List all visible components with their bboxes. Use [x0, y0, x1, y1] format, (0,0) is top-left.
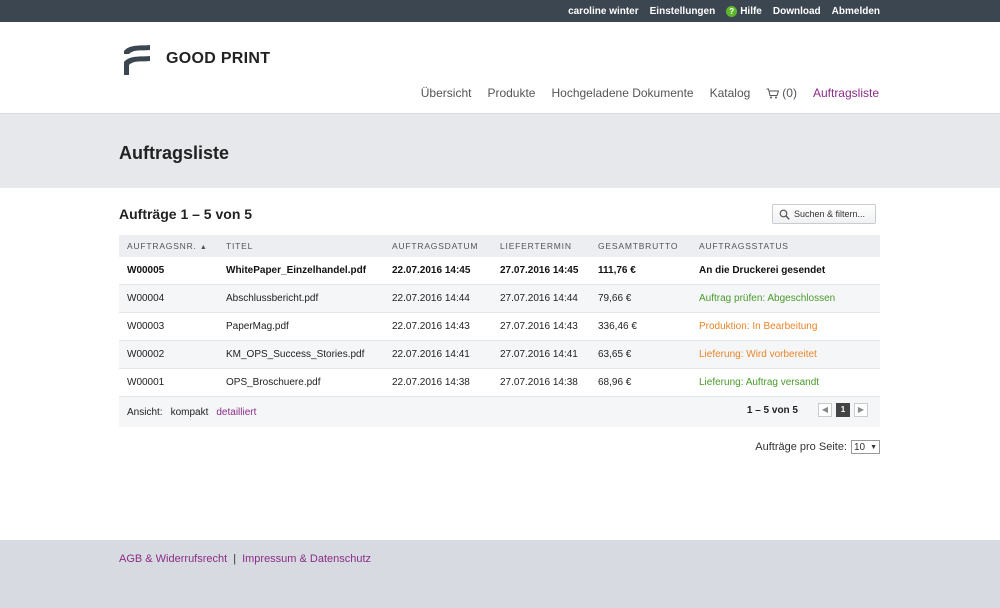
- terms-link[interactable]: AGB & Widerrufsrecht: [119, 553, 227, 565]
- order-date: 22.07.2016 14:44: [392, 293, 470, 304]
- order-title: PaperMag.pdf: [226, 321, 289, 332]
- table-row[interactable]: W00001 OPS_Broschuere.pdf 22.07.2016 14:…: [119, 369, 880, 397]
- imprint-link[interactable]: Impressum & Datenschutz: [242, 553, 371, 565]
- view-compact-option[interactable]: kompakt: [171, 407, 209, 418]
- search-filter-button[interactable]: Suchen & filtern...: [772, 204, 876, 224]
- nav-products[interactable]: Produkte: [487, 86, 535, 100]
- view-label: Ansicht:: [127, 406, 163, 418]
- delivery-date: 27.07.2016 14:41: [500, 349, 578, 360]
- per-page-label: Aufträge pro Seite:: [755, 441, 847, 453]
- col-total-gross[interactable]: GESAMTBRUTTO: [598, 241, 699, 251]
- col-order-status[interactable]: AUFTRAGSSTATUS: [699, 241, 880, 251]
- nav-overview[interactable]: Übersicht: [421, 86, 472, 100]
- brand-logo-icon: [124, 45, 150, 75]
- help-link[interactable]: ? Hilfe: [726, 5, 762, 17]
- footer: AGB & Widerrufsrecht | Impressum & Daten…: [0, 540, 1000, 608]
- delivery-date: 27.07.2016 14:38: [500, 377, 578, 388]
- help-icon: ?: [726, 5, 738, 17]
- footer-links: AGB & Widerrufsrecht | Impressum & Daten…: [119, 553, 371, 565]
- chevron-down-icon: ▼: [870, 443, 877, 451]
- per-page-select[interactable]: 10 ▼: [851, 440, 880, 454]
- pagination: 1 – 5 von 5 ◀ 1 ▶: [747, 403, 868, 417]
- delivery-date: 27.07.2016 14:44: [500, 293, 578, 304]
- current-page-button[interactable]: 1: [836, 403, 850, 417]
- col-title[interactable]: TITEL: [226, 241, 392, 251]
- delivery-date: 27.07.2016 14:45: [500, 265, 579, 276]
- table-header: AUFTRAGSNR. ▲ TITEL AUFTRAGSDATUM LIEFER…: [119, 235, 880, 257]
- pagination-range: 1 – 5 von 5: [746, 404, 798, 416]
- order-date: 22.07.2016 14:45: [392, 265, 471, 276]
- nav-catalog[interactable]: Katalog: [710, 86, 751, 100]
- order-number: W00003: [127, 321, 165, 332]
- order-title: WhitePaper_Einzelhandel.pdf: [226, 265, 367, 276]
- page-title-band: Auftragsliste: [0, 114, 1000, 188]
- logout-link[interactable]: Abmelden: [832, 6, 880, 17]
- next-page-button[interactable]: ▶: [854, 403, 868, 417]
- main-nav: Übersicht Produkte Hochgeladene Dokument…: [421, 86, 879, 100]
- cart-icon: [766, 88, 780, 98]
- order-table: AUFTRAGSNR. ▲ TITEL AUFTRAGSDATUM LIEFER…: [119, 235, 880, 427]
- order-status: Lieferung: Auftrag versandt: [699, 377, 820, 388]
- order-date: 22.07.2016 14:41: [392, 349, 470, 360]
- order-status: Lieferung: Wird vorbereitet: [699, 349, 817, 360]
- order-total: 79,66 €: [598, 293, 632, 304]
- nav-uploaded-documents[interactable]: Hochgeladene Dokumente: [551, 86, 693, 100]
- table-row[interactable]: W00004 Abschlussbericht.pdf 22.07.2016 1…: [119, 285, 880, 313]
- order-title: Abschlussbericht.pdf: [226, 293, 319, 304]
- order-total: 63,65 €: [598, 349, 632, 360]
- search-icon: [779, 209, 790, 220]
- search-filter-label: Suchen & filtern...: [794, 209, 866, 219]
- order-title: KM_OPS_Success_Stories.pdf: [226, 349, 365, 360]
- table-footer: Ansicht: kompakt detailliert 1 – 5 von 5…: [119, 397, 880, 427]
- order-total: 68,96 €: [598, 377, 632, 388]
- nav-order-list[interactable]: Auftragsliste: [813, 86, 879, 100]
- top-bar: caroline winter Einstellungen ? Hilfe Do…: [0, 0, 1000, 22]
- order-number: W00002: [127, 349, 165, 360]
- table-row[interactable]: W00005 WhitePaper_Einzelhandel.pdf 22.07…: [119, 257, 880, 285]
- table-row[interactable]: W00003 PaperMag.pdf 22.07.2016 14:43 27.…: [119, 313, 880, 341]
- delivery-date: 27.07.2016 14:43: [500, 321, 578, 332]
- per-page-value: 10: [854, 441, 866, 453]
- order-number: W00005: [127, 265, 165, 276]
- top-links: caroline winter Einstellungen ? Hilfe Do…: [568, 0, 880, 22]
- view-detailed-option[interactable]: detailliert: [216, 407, 256, 418]
- col-delivery-date[interactable]: LIEFERTERMIN: [500, 241, 598, 251]
- nav-cart[interactable]: (0): [766, 86, 797, 100]
- table-row[interactable]: W00002 KM_OPS_Success_Stories.pdf 22.07.…: [119, 341, 880, 369]
- per-page-control: Aufträge pro Seite: 10 ▼: [755, 440, 880, 454]
- header: GOOD PRINT Übersicht Produkte Hochgelade…: [0, 22, 1000, 114]
- col-order-date[interactable]: AUFTRAGSDATUM: [392, 241, 500, 251]
- brand-logo[interactable]: GOOD PRINT: [122, 42, 270, 76]
- page-title: Auftragsliste: [119, 143, 230, 163]
- help-label: Hilfe: [740, 5, 762, 17]
- order-total: 111,76 €: [598, 265, 636, 276]
- order-number: W00004: [127, 293, 165, 304]
- sort-asc-icon: ▲: [199, 244, 208, 251]
- col-order-number[interactable]: AUFTRAGSNR. ▲: [119, 241, 226, 251]
- main-content: Aufträge 1 – 5 von 5 Suchen & filtern...…: [0, 188, 1000, 540]
- order-status: An die Druckerei gesendet: [699, 265, 826, 276]
- order-total: 336,46 €: [598, 321, 637, 332]
- order-status: Produktion: In Bearbeitung: [699, 321, 818, 332]
- order-status: Auftrag prüfen: Abgeschlossen: [699, 293, 836, 304]
- order-date: 22.07.2016 14:43: [392, 321, 470, 332]
- view-switcher: Ansicht: kompakt detailliert: [119, 407, 256, 418]
- cart-count: (0): [782, 86, 797, 100]
- order-count-title: Aufträge 1 – 5 von 5: [119, 206, 253, 222]
- footer-separator: |: [233, 553, 237, 565]
- prev-page-button[interactable]: ◀: [818, 403, 832, 417]
- brand-name: GOOD PRINT: [166, 50, 271, 67]
- user-name-link[interactable]: caroline winter: [568, 6, 639, 17]
- settings-link[interactable]: Einstellungen: [650, 6, 716, 17]
- order-number: W00001: [127, 377, 165, 388]
- download-link[interactable]: Download: [773, 6, 821, 17]
- order-date: 22.07.2016 14:38: [392, 377, 470, 388]
- order-title: OPS_Broschuere.pdf: [226, 377, 321, 388]
